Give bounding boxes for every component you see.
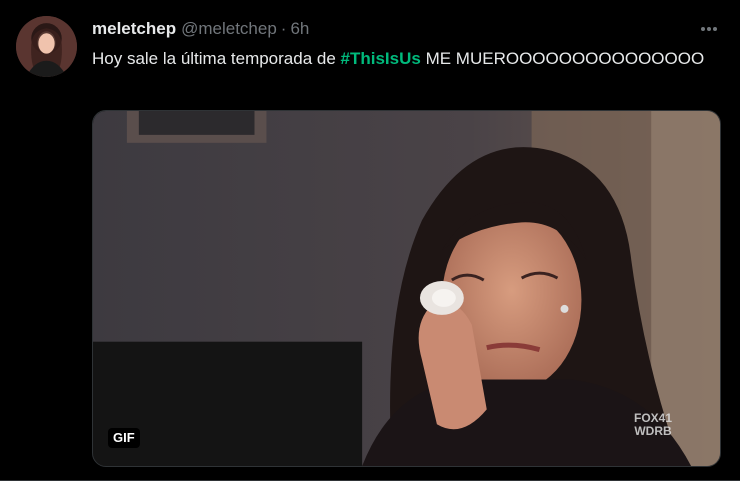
more-icon[interactable] — [696, 18, 722, 40]
watermark: FOX41 WDRB — [634, 412, 672, 438]
avatar-image — [16, 16, 77, 77]
avatar[interactable] — [16, 16, 77, 77]
tweet-text-after: ME MUEROOOOOOOOOOOOOOO — [420, 49, 705, 68]
tweet-text: Hoy sale la última temporada de #ThisIsU… — [92, 46, 712, 71]
gif-media[interactable] — [92, 110, 721, 467]
tweet-text-before: Hoy sale la última temporada de — [92, 49, 341, 68]
watermark-line2: WDRB — [634, 424, 672, 438]
gif-badge: GIF — [108, 428, 140, 448]
user-handle[interactable]: @meletchep — [181, 19, 277, 38]
separator-dot: · — [280, 19, 287, 38]
timestamp[interactable]: 6h — [290, 19, 309, 38]
gif-frame — [93, 111, 720, 466]
display-name[interactable]: meletchep — [92, 19, 176, 38]
tweet[interactable]: meletchep @meletchep · 6h Hoy sale la últim… — [0, 0, 740, 481]
hashtag-link[interactable]: #ThisIsUs — [341, 49, 421, 68]
tweet-header: meletchep @meletchep · 6h — [92, 19, 309, 39]
